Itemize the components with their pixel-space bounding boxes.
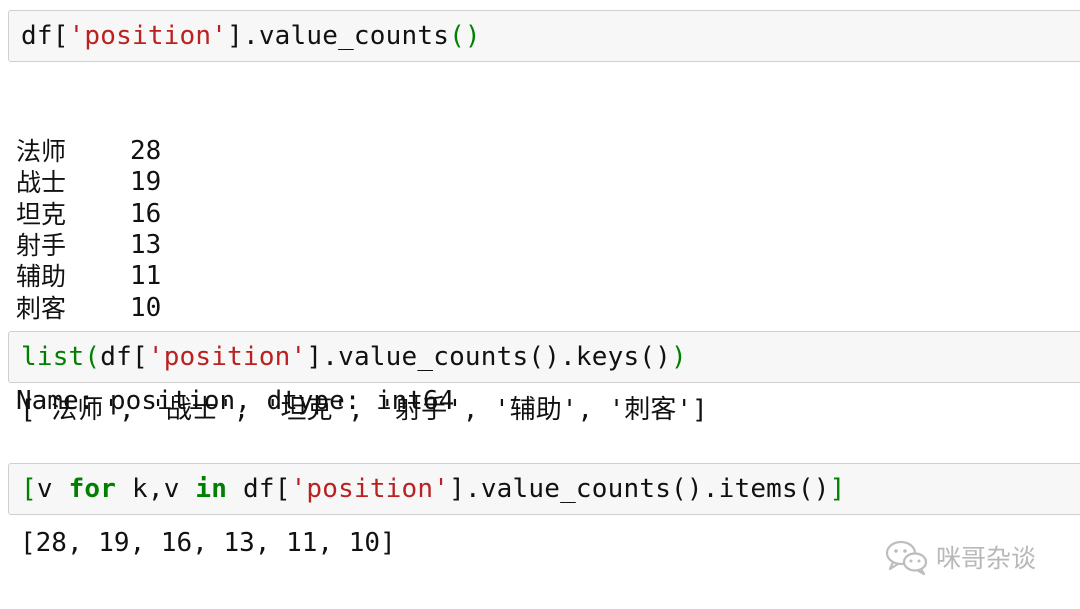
position-count: 16 <box>130 198 162 229</box>
code-cell-1-input[interactable]: df['position'].value_counts() <box>8 10 1080 62</box>
cell-3-code-token: [ <box>21 474 37 504</box>
cell-3-code-token: for <box>68 474 117 504</box>
position-count: 28 <box>130 136 162 167</box>
position-name: 坦克 <box>16 199 67 229</box>
position-count: 19 <box>130 167 162 198</box>
cell-2-code-token: ( <box>84 342 101 372</box>
position-name: 刺客 <box>16 293 67 323</box>
position-count: 10 <box>130 292 162 323</box>
position-name: 辅助 <box>16 262 67 292</box>
cell-3-code-token: df[ <box>227 474 291 504</box>
code-cell-3-input[interactable]: [v for k,v in df['position'].value_count… <box>8 463 1080 515</box>
cell-3-output: [28, 19, 16, 13, 11, 10] <box>20 528 396 558</box>
cell-3-code-token: ].value_counts().items() <box>449 474 830 504</box>
cell-3-code-token: k,v <box>116 474 196 504</box>
value-counts-row: 战士 19 <box>16 167 454 198</box>
value-counts-list: 法师 28 战士 19 坦克 16 射手 13 辅助 11 刺客 10 <box>16 136 454 324</box>
cell-1-code-token: 'position' <box>68 21 228 51</box>
cell-1-code-token: ].value_counts <box>227 21 450 51</box>
cell-3-code-token: v <box>36 474 69 504</box>
cell-2-output: ['法师', '战士', '坦克', '射手', '辅助', '刺客'] <box>20 395 708 425</box>
cell-2-code-token: df[ <box>100 342 148 372</box>
cell-1-code-token: () <box>449 21 481 51</box>
watermark: 咪哥杂谈 <box>884 538 1036 576</box>
cell-1-code-token: df[ <box>21 21 69 51</box>
cell-3-code-token: in <box>195 474 228 504</box>
position-name: 法师 <box>16 137 67 167</box>
position-count: 13 <box>130 230 162 261</box>
value-counts-row: 刺客 10 <box>16 292 454 323</box>
wechat-icon <box>885 540 928 576</box>
value-counts-row: 坦克 16 <box>16 199 454 230</box>
cell-3-code-token: ] <box>829 474 846 504</box>
cell-3-code-token: 'position' <box>290 474 450 504</box>
cell-2-code-token: ) <box>671 342 687 372</box>
cell-1-output: 法师 28 战士 19 坦克 16 射手 13 辅助 11 刺客 10 Name: position,… <box>16 74 454 448</box>
watermark-text: 咪哥杂谈 <box>936 544 1037 573</box>
position-count: 11 <box>130 261 162 292</box>
value-counts-row: 射手 13 <box>16 230 454 261</box>
cell-2-code-token: 'position' <box>147 342 307 372</box>
cell-2-code-token: list <box>21 342 85 372</box>
position-name: 战士 <box>16 168 67 198</box>
position-name: 射手 <box>16 231 67 261</box>
value-counts-row: 辅助 11 <box>16 261 454 292</box>
cell-2-code-token: ].value_counts().keys() <box>306 342 672 372</box>
code-cell-2-input[interactable]: list(df['position'].value_counts().keys(… <box>8 331 1080 383</box>
value-counts-row: 法师 28 <box>16 136 454 167</box>
